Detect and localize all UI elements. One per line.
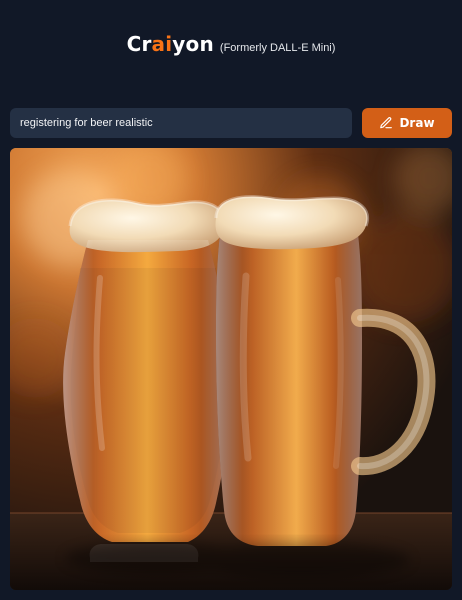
logo[interactable]: Craiyon (Formerly DALL-E Mini) (127, 32, 336, 56)
draw-button[interactable]: Draw (362, 108, 452, 138)
logo-brand-suffix: yon (172, 32, 214, 56)
logo-brand-prefix: Cr (126, 32, 152, 56)
generated-image-illustration (10, 148, 452, 590)
logo-brand-ai: ai (151, 32, 173, 56)
logo-brand: Craiyon (127, 32, 214, 56)
logo-subtitle: (Formerly DALL-E Mini) (219, 42, 336, 54)
prompt-row: Draw (10, 108, 452, 138)
header: Craiyon (Formerly DALL-E Mini) (0, 32, 462, 60)
pencil-icon (379, 116, 393, 130)
prompt-input[interactable] (10, 108, 352, 138)
draw-button-label: Draw (399, 116, 435, 130)
generated-image (10, 148, 452, 590)
